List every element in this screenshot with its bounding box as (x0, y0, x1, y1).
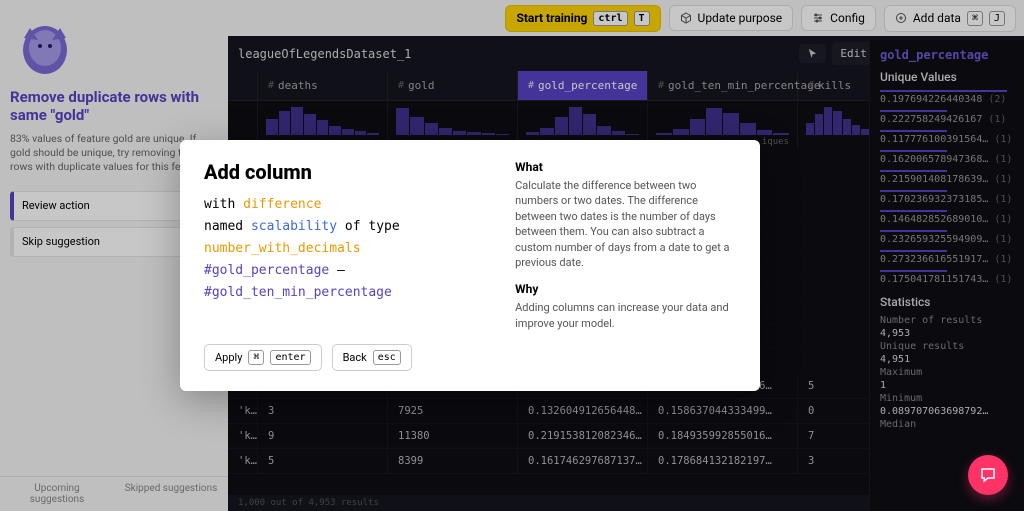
what-text: Calculate the difference between two num… (515, 178, 736, 270)
chat-icon (979, 466, 997, 484)
what-heading: What (515, 160, 736, 174)
why-heading: Why (515, 282, 736, 296)
apply-button[interactable]: Apply ⌘ enter (204, 344, 322, 371)
add-column-modal: Add column with difference named scalabi… (180, 140, 760, 391)
help-fab[interactable] (968, 455, 1008, 495)
why-text: Adding columns can increase your data an… (515, 300, 736, 331)
modal-title: Add column (204, 160, 491, 184)
back-button[interactable]: Back esc (332, 344, 412, 371)
modal-expression: with difference named scalability of typ… (204, 194, 491, 304)
